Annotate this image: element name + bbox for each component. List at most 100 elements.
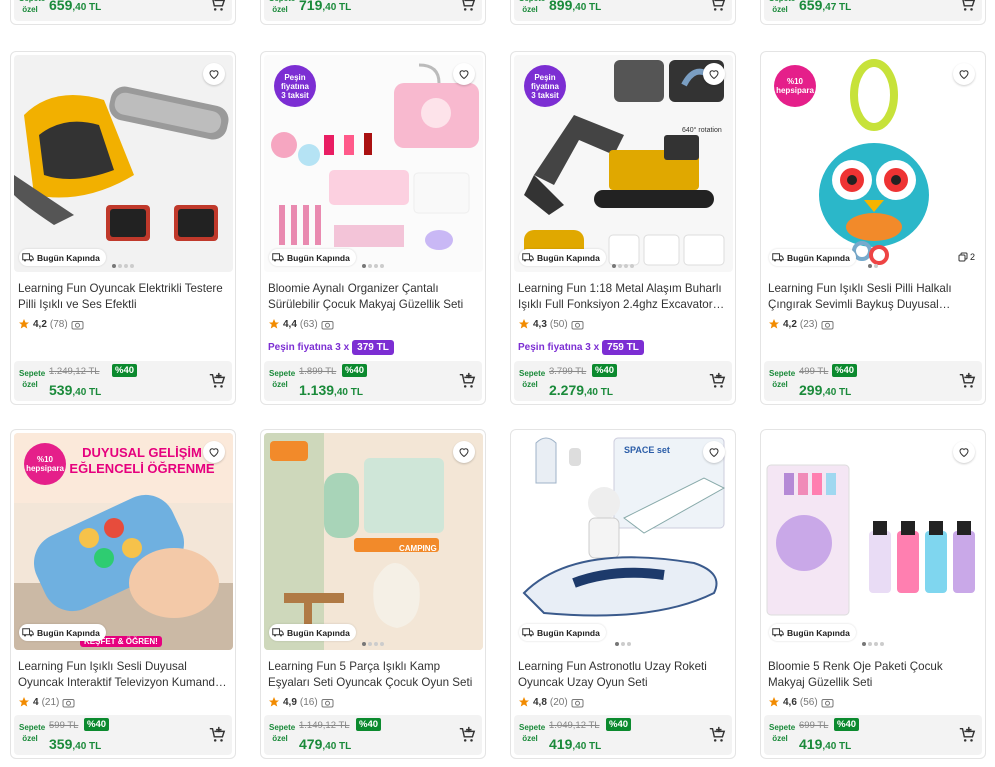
favorite-button[interactable] xyxy=(703,63,725,85)
product-card[interactable]: Bugün Kapında Learning Fun Oyuncak Elekt… xyxy=(10,51,236,405)
add-to-cart-icon[interactable] xyxy=(708,0,726,13)
truck-icon xyxy=(22,253,34,262)
price: 479,40 TL xyxy=(299,736,352,752)
truck-icon xyxy=(772,253,784,262)
delivery-label: Bugün Kapında xyxy=(537,627,600,638)
product-card[interactable]: CAMPING Bugün Kapında Learning Fun 5 Par… xyxy=(260,429,486,759)
product-card[interactable]: DUYUSAL GELİŞİM EĞLENCELİ ÖĞRENME KEŞFET… xyxy=(10,429,236,759)
discount-badge: %40 xyxy=(356,718,382,731)
sepete-ozel-label: Sepete özel xyxy=(769,723,796,743)
delivery-badge: Bugün Kapında xyxy=(769,624,856,641)
old-price: 699 TL xyxy=(799,720,829,731)
image-carousel-dots[interactable] xyxy=(361,641,385,647)
add-to-cart-icon[interactable] xyxy=(708,372,726,390)
add-to-cart-icon[interactable] xyxy=(208,372,226,390)
rating: 4,8 (20) xyxy=(518,696,584,708)
camera-icon xyxy=(71,320,84,329)
installment-badge: Peşin fiyatına 3 taksit xyxy=(524,65,566,107)
heart-icon xyxy=(209,448,219,458)
add-to-cart-icon[interactable] xyxy=(958,0,976,13)
add-to-cart-icon[interactable] xyxy=(458,372,476,390)
discount-badge: %40 xyxy=(832,364,858,377)
image-carousel-dots[interactable] xyxy=(111,263,135,269)
heart-icon xyxy=(459,448,469,458)
product-title[interactable]: Learning Fun 5 Parça Işıklı Kamp Eşyalar… xyxy=(268,659,478,691)
sepete-ozel-label: Sepete özel xyxy=(519,0,545,14)
heart-icon xyxy=(459,70,469,80)
product-card[interactable]: Peşin fiyatına 3 taksit Bugün Kapında Bloo… xyxy=(260,51,486,405)
image-carousel-dots[interactable] xyxy=(361,263,385,269)
product-image[interactable]: SPACE set Bugün Kapında xyxy=(514,433,733,650)
add-to-cart-icon[interactable] xyxy=(208,0,226,13)
installment-offer: Peşin fiyatına 3 x 759 TL xyxy=(518,340,644,355)
product-card[interactable]: SPACE set Bugün Kapında Learning Fun Ast… xyxy=(510,429,736,759)
product-title[interactable]: Learning Fun Işıklı Sesli Duyusal Oyunca… xyxy=(18,659,228,691)
price: 659,40 TL xyxy=(49,0,102,13)
price-box: Sepete özel 1.149,12 TL %40 479,40 TL xyxy=(264,715,482,755)
product-image[interactable]: Peşin fiyatına 3 taksit Bugün Kapında xyxy=(264,55,483,272)
discount-badge: %40 xyxy=(112,364,138,377)
old-price: 599 TL xyxy=(49,720,79,731)
price-box: Sepete özel 1.899 TL %40 1.139,40 TL xyxy=(264,361,482,401)
product-image[interactable]: 640° rotation Peşin fiyatına 3 taksit Bugü… xyxy=(514,55,733,272)
camera-icon xyxy=(321,698,334,707)
add-to-cart-icon[interactable] xyxy=(708,726,726,744)
product-card[interactable]: 640° rotation Peşin fiyatına 3 taksit Bugü… xyxy=(510,51,736,405)
product-title[interactable]: Learning Fun 1:18 Metal Alaşım Buharlı I… xyxy=(518,281,728,313)
favorite-button[interactable] xyxy=(703,441,725,463)
product-title[interactable]: Learning Fun Işıklı Sesli Pilli Halkalı … xyxy=(768,281,978,313)
favorite-button[interactable] xyxy=(203,63,225,85)
product-card-partial[interactable]: Sepete özel 899,40 TL xyxy=(510,0,736,25)
price-box: Sepete özel 499 TL %40 299,40 TL xyxy=(764,361,982,401)
favorite-button[interactable] xyxy=(453,441,475,463)
delivery-label: Bugün Kapında xyxy=(537,252,600,263)
product-card-partial[interactable]: Sepete özel 659,47 TL xyxy=(760,0,986,25)
add-to-cart-icon[interactable] xyxy=(958,372,976,390)
product-card[interactable]: %10 hepsipara Bugün Kapında 2 Learning Fu… xyxy=(760,51,986,405)
rating: 4,2 (78) xyxy=(18,318,84,330)
price-box: Sepete özel 659,47 TL xyxy=(764,0,982,21)
add-to-cart-icon[interactable] xyxy=(458,0,476,13)
sepete-ozel-label: Sepete özel xyxy=(519,369,546,389)
add-to-cart-icon[interactable] xyxy=(958,726,976,744)
product-title[interactable]: Bloomie Aynalı Organizer Çantalı Sürüleb… xyxy=(268,281,478,313)
product-title[interactable]: Learning Fun Oyuncak Elektrikli Testere … xyxy=(18,281,228,313)
discount-badge: %40 xyxy=(606,718,632,731)
image-carousel-dots[interactable] xyxy=(861,641,885,647)
star-icon xyxy=(519,319,529,329)
star-icon xyxy=(769,697,779,707)
product-card-partial[interactable]: Sepete özel 719,40 TL xyxy=(260,0,486,25)
product-card-partial[interactable]: Sepete özel 659,40 TL xyxy=(10,0,236,25)
product-image[interactable]: CAMPING Bugün Kapında xyxy=(264,433,483,650)
delivery-label: Bugün Kapında xyxy=(37,627,100,638)
truck-icon xyxy=(522,253,534,262)
image-carousel-dots[interactable] xyxy=(611,263,635,269)
favorite-button[interactable] xyxy=(953,441,975,463)
product-image[interactable]: Bugün Kapında xyxy=(764,433,983,650)
image-brand-label: SPACE set xyxy=(624,445,670,455)
price-box: Sepete özel 1.049,12 TL %40 419,40 TL xyxy=(514,715,732,755)
sepete-ozel-label: Sepete özel xyxy=(269,369,296,389)
price: 419,40 TL xyxy=(799,736,852,752)
delivery-badge: Bugün Kapında xyxy=(769,249,856,266)
add-to-cart-icon[interactable] xyxy=(208,726,226,744)
add-to-cart-icon[interactable] xyxy=(458,726,476,744)
product-title[interactable]: Bloomie 5 Renk Oje Paketi Çocuk Makyaj G… xyxy=(768,659,978,691)
favorite-button[interactable] xyxy=(203,441,225,463)
price: 539,40 TL xyxy=(49,382,102,398)
old-price: 1.149,12 TL xyxy=(299,720,350,731)
rating: 4 (21) xyxy=(18,696,75,708)
price: 299,40 TL xyxy=(799,382,852,398)
product-title[interactable]: Learning Fun Astronotlu Uzay Roketi Oyun… xyxy=(518,659,728,691)
image-carousel-dots[interactable] xyxy=(611,641,635,647)
truck-icon xyxy=(522,628,534,637)
image-carousel-dots[interactable] xyxy=(861,263,885,269)
product-image[interactable]: Bugün Kapında xyxy=(14,55,233,272)
favorite-button[interactable] xyxy=(953,63,975,85)
delivery-label: Bugün Kapında xyxy=(37,252,100,263)
rating: 4,3 (50) xyxy=(518,318,584,330)
product-image[interactable]: %10 hepsipara Bugün Kapında 2 xyxy=(764,55,983,272)
product-image[interactable]: DUYUSAL GELİŞİM EĞLENCELİ ÖĞRENME KEŞFET… xyxy=(14,433,233,650)
favorite-button[interactable] xyxy=(453,63,475,85)
product-card[interactable]: Bugün Kapında Bloomie 5 Renk Oje Paketi … xyxy=(760,429,986,759)
